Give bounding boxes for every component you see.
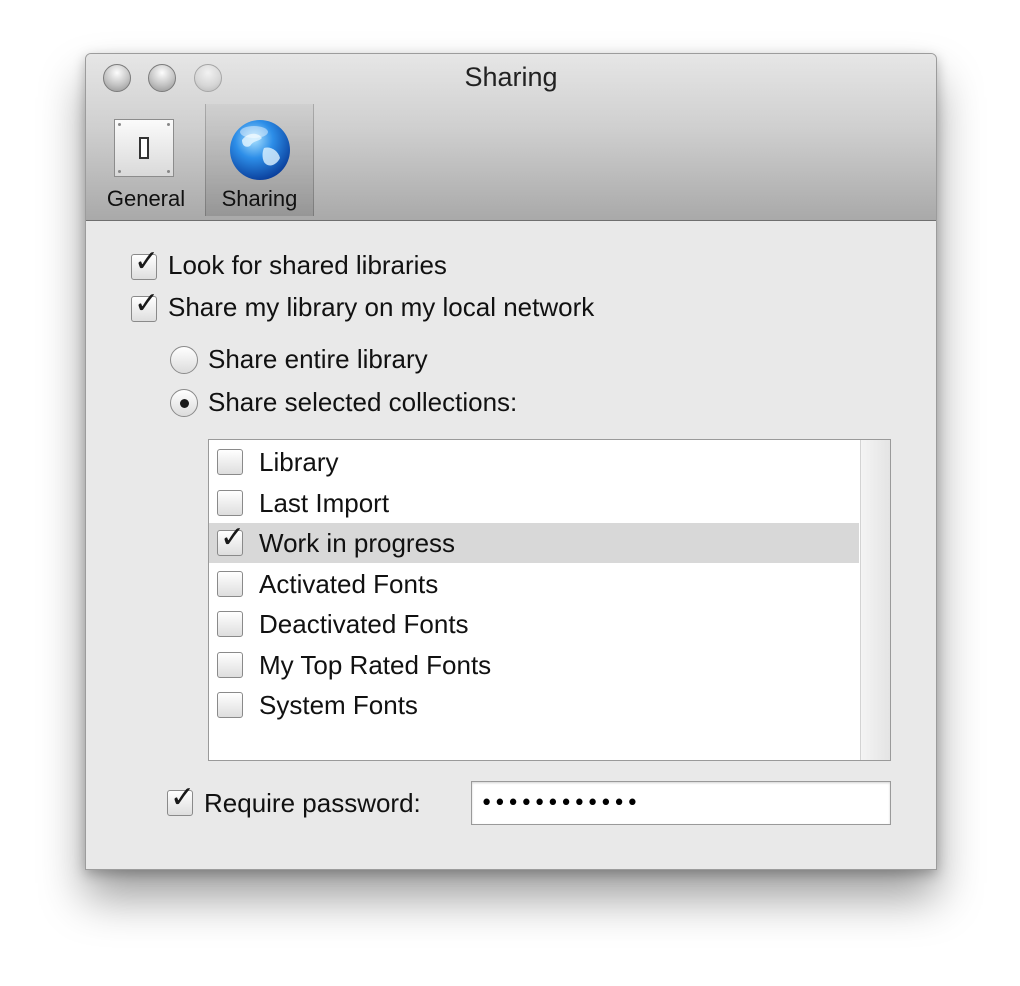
collection-label: Work in progress — [259, 528, 456, 558]
share-entire-label: Share entire library — [208, 344, 428, 374]
list-item[interactable]: My Top Rated Fonts — [209, 645, 859, 685]
require-password-label: Require password: — [204, 788, 421, 818]
list-item[interactable]: System Fonts — [209, 685, 859, 725]
require-password-checkbox[interactable]: ✓ — [167, 783, 195, 816]
window-title: Sharing — [464, 62, 558, 92]
tab-sharing-label: Sharing — [221, 186, 298, 211]
collection-checkbox[interactable]: ✓ — [217, 523, 245, 556]
list-item[interactable]: Deactivated Fonts — [209, 604, 859, 644]
collection-checkbox[interactable] — [217, 449, 243, 475]
tab-sharing[interactable]: Sharing — [205, 104, 314, 216]
share-selected-label: Share selected collections: — [208, 387, 518, 417]
list-scrollbar[interactable] — [860, 440, 890, 760]
collection-checkbox[interactable] — [217, 611, 243, 637]
collection-label: Activated Fonts — [259, 569, 439, 599]
toolbar: Sharing General Sharing — [86, 54, 936, 221]
look-for-shared-checkbox[interactable]: ✓ — [131, 247, 159, 280]
switch-icon — [114, 119, 174, 177]
sharing-window: Sharing General Sharing ✓ Look for share… — [85, 53, 937, 870]
collection-label: Deactivated Fonts — [259, 609, 469, 639]
list-item[interactable]: Last Import — [209, 483, 859, 523]
collection-checkbox[interactable] — [217, 490, 243, 516]
collections-list[interactable]: Library Last Import ✓ Work in progress A… — [208, 439, 891, 761]
list-item[interactable]: Activated Fonts — [209, 564, 859, 604]
collection-label: System Fonts — [259, 690, 418, 720]
password-field[interactable] — [471, 781, 891, 825]
share-entire-radio[interactable] — [170, 346, 198, 374]
tab-general[interactable]: General — [100, 104, 192, 216]
globe-icon — [230, 120, 290, 180]
share-library-label: Share my library on my local network — [168, 292, 595, 322]
collection-checkbox[interactable] — [217, 652, 243, 678]
tab-general-label: General — [106, 186, 186, 211]
collection-label: My Top Rated Fonts — [259, 650, 492, 680]
list-item[interactable]: ✓ Work in progress — [209, 523, 859, 563]
collection-checkbox[interactable] — [217, 571, 243, 597]
collection-label: Last Import — [259, 488, 390, 518]
collection-checkbox[interactable] — [217, 692, 243, 718]
list-item[interactable]: Library — [209, 442, 859, 482]
share-selected-radio[interactable] — [170, 389, 198, 417]
collection-label: Library — [259, 447, 339, 477]
look-for-shared-label: Look for shared libraries — [168, 250, 447, 280]
share-library-checkbox[interactable]: ✓ — [131, 289, 159, 322]
